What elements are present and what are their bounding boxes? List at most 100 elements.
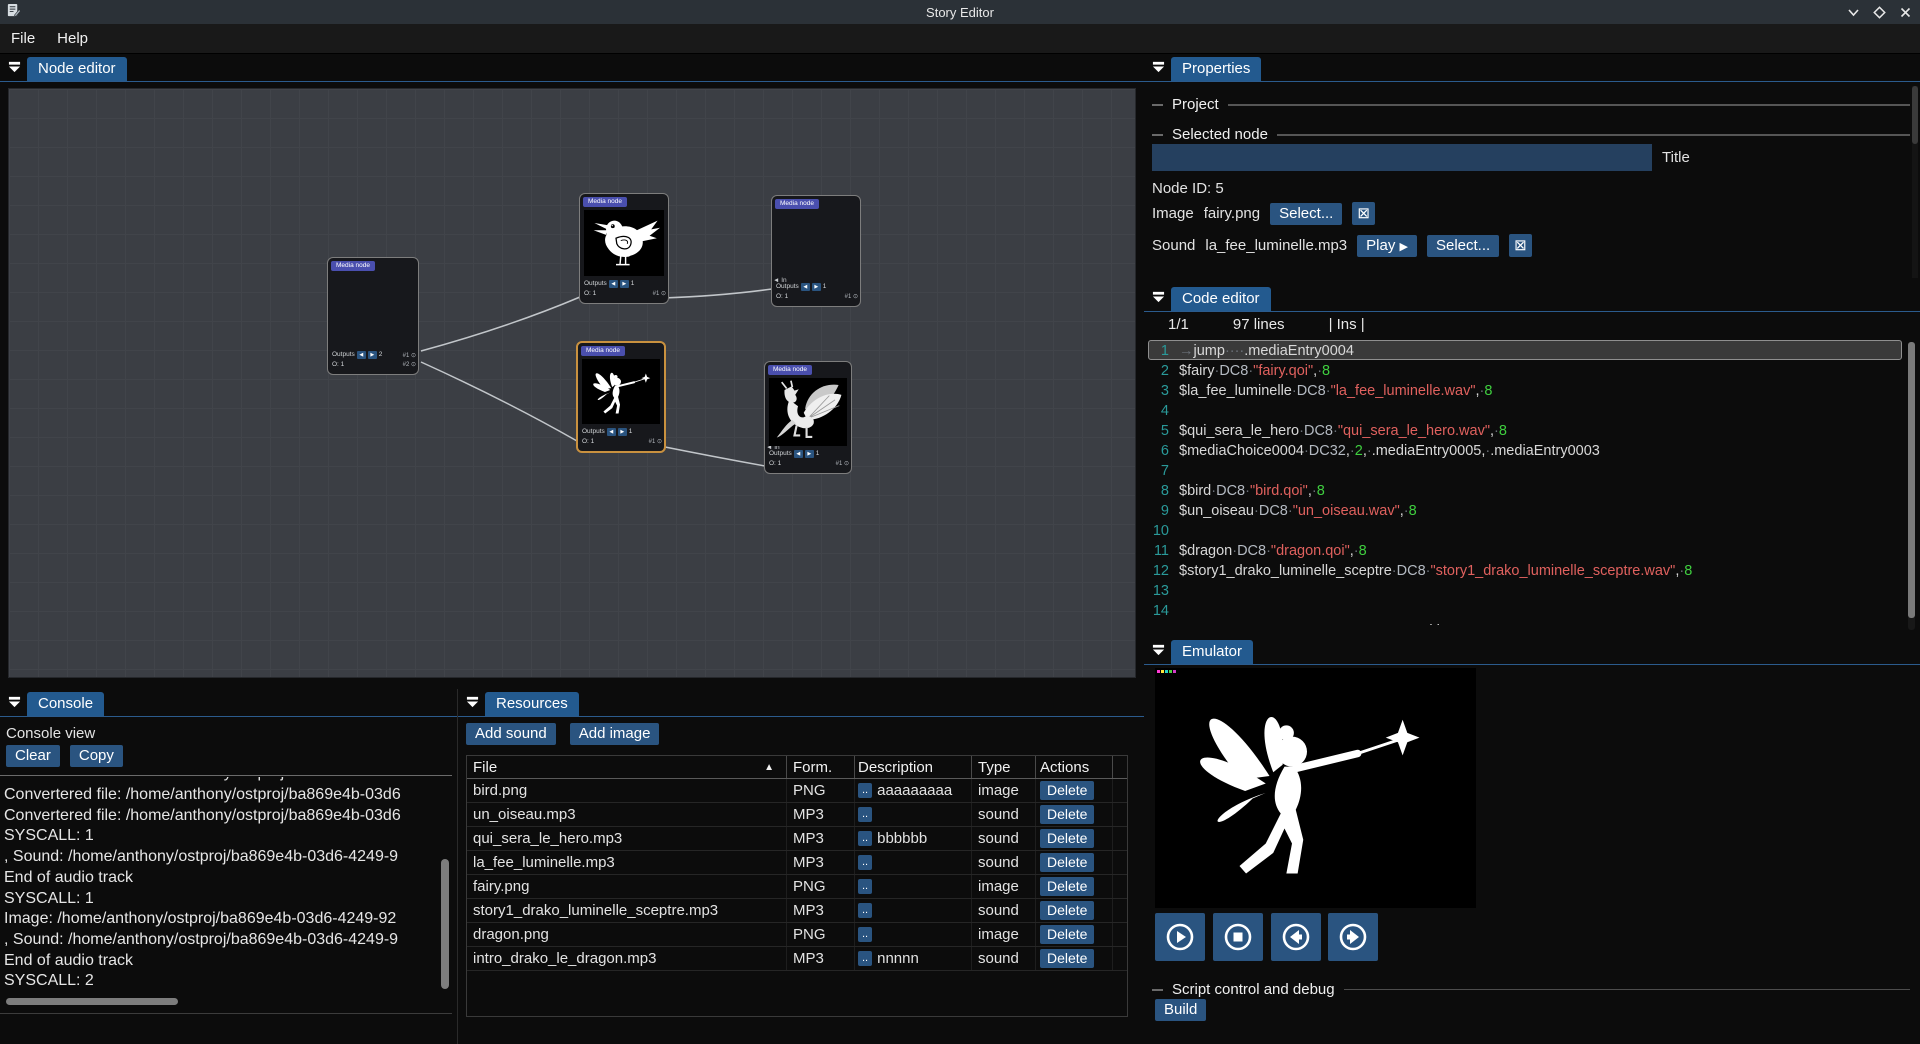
node-fairy-selected[interactable]: Media node Outputs◀▶1 O: 1 #1 ⊙ bbox=[576, 341, 666, 453]
outputs-increment-button[interactable]: ▶ bbox=[368, 351, 377, 359]
edit-description-button[interactable]: .. bbox=[858, 807, 872, 822]
delete-button[interactable]: Delete bbox=[1040, 805, 1094, 824]
close-icon[interactable] bbox=[1899, 6, 1912, 19]
image-clear-button[interactable]: ⊠ bbox=[1352, 202, 1375, 225]
output-pin[interactable]: #1 ⊙ bbox=[836, 460, 849, 469]
outputs-increment-button[interactable]: ▶ bbox=[620, 280, 629, 288]
table-row[interactable]: un_oiseau.mp3MP3 .. sound Delete bbox=[467, 803, 1127, 827]
maximize-icon[interactable] bbox=[1873, 6, 1886, 19]
outputs-count: 1 bbox=[816, 449, 820, 459]
collapse-icon[interactable] bbox=[1152, 60, 1165, 77]
output-pin[interactable]: #2 ⊙ bbox=[403, 361, 416, 370]
delete-button[interactable]: Delete bbox=[1040, 901, 1094, 920]
output-pin[interactable]: #1 ⊙ bbox=[649, 438, 662, 447]
emulator-play-button[interactable] bbox=[1155, 913, 1205, 961]
edit-description-button[interactable]: .. bbox=[858, 879, 872, 894]
add-sound-button[interactable]: Add sound bbox=[466, 723, 556, 745]
sound-play-button[interactable]: Play ▶ bbox=[1357, 235, 1417, 257]
code-line: 3$la_fee_luminelle·DC8·"la_fee_luminelle… bbox=[1148, 380, 1902, 400]
table-row[interactable]: fairy.pngPNG .. image Delete bbox=[467, 875, 1127, 899]
output-pin[interactable]: #1 ⊙ bbox=[653, 290, 666, 299]
cursor-position: 1/1 bbox=[1168, 316, 1189, 333]
outputs-decrement-button[interactable]: ◀ bbox=[607, 428, 616, 436]
properties-scrollbar[interactable] bbox=[1912, 86, 1918, 278]
tab-node-editor[interactable]: Node editor bbox=[27, 57, 127, 81]
tab-emulator[interactable]: Emulator bbox=[1171, 640, 1253, 664]
console-vertical-scrollbar[interactable] bbox=[440, 777, 450, 993]
console-horizontal-scrollbar[interactable] bbox=[4, 997, 438, 1006]
edit-description-button[interactable]: .. bbox=[858, 927, 872, 942]
resources-header: Resources bbox=[458, 689, 1144, 717]
minimize-icon[interactable] bbox=[1847, 6, 1860, 19]
delete-button[interactable]: Delete bbox=[1040, 877, 1094, 896]
table-row[interactable]: dragon.pngPNG .. image Delete bbox=[467, 923, 1127, 947]
table-row[interactable]: bird.pngPNG ..aaaaaaaaa image Delete bbox=[467, 779, 1127, 803]
console-clear-button[interactable]: Clear bbox=[6, 745, 60, 767]
delete-button[interactable]: Delete bbox=[1040, 925, 1094, 944]
menu-help[interactable]: Help bbox=[46, 30, 99, 47]
outputs-increment-button[interactable]: ▶ bbox=[618, 428, 627, 436]
selected-node-group-separator: Selected node bbox=[1152, 126, 1910, 143]
tab-console[interactable]: Console bbox=[27, 692, 104, 716]
code-scrollbar[interactable] bbox=[1908, 342, 1915, 630]
add-image-button[interactable]: Add image bbox=[570, 723, 660, 745]
collapse-icon[interactable] bbox=[8, 60, 21, 77]
delete-button[interactable]: Delete bbox=[1040, 781, 1094, 800]
node-image-dragon bbox=[769, 378, 847, 446]
column-header-type[interactable]: Type bbox=[972, 756, 1036, 778]
tab-resources[interactable]: Resources bbox=[485, 692, 579, 716]
table-row[interactable]: story1_drako_luminelle_sceptre.mp3MP3 ..… bbox=[467, 899, 1127, 923]
tab-code-editor[interactable]: Code editor bbox=[1171, 287, 1271, 311]
edit-description-button[interactable]: .. bbox=[858, 855, 872, 870]
table-row[interactable]: la_fee_luminelle.mp3MP3 .. sound Delete bbox=[467, 851, 1127, 875]
node-outputs-label: Outputs bbox=[332, 350, 355, 360]
column-header-file[interactable]: File▲ bbox=[467, 756, 787, 778]
node-start[interactable]: Media node Outputs◀▶2 O: 1 #1 ⊙#2 ⊙ bbox=[327, 257, 419, 375]
outputs-decrement-button[interactable]: ◀ bbox=[357, 351, 366, 359]
emulator-prev-button[interactable] bbox=[1271, 913, 1321, 961]
column-header-form[interactable]: Form. bbox=[787, 756, 855, 778]
node-dragon[interactable]: Media node ◄ In Outputs◀▶1 O: 1 #1 ⊙ bbox=[764, 361, 852, 474]
outputs-increment-button[interactable]: ▶ bbox=[812, 283, 821, 291]
emulator-next-button[interactable] bbox=[1328, 913, 1378, 961]
collapse-icon[interactable] bbox=[1152, 290, 1165, 307]
outputs-decrement-button[interactable]: ◀ bbox=[801, 283, 810, 291]
delete-button[interactable]: Delete bbox=[1040, 949, 1094, 968]
output-pin[interactable]: #1 ⊙ bbox=[403, 352, 416, 361]
outputs-increment-button[interactable]: ▶ bbox=[805, 450, 814, 458]
edit-description-button[interactable]: .. bbox=[858, 903, 872, 918]
sound-select-button[interactable]: Select... bbox=[1427, 235, 1499, 257]
build-button[interactable]: Build bbox=[1155, 999, 1206, 1021]
emulator-stop-button[interactable] bbox=[1213, 913, 1263, 961]
sound-clear-button[interactable]: ⊠ bbox=[1509, 234, 1532, 257]
edit-description-button[interactable]: .. bbox=[858, 951, 872, 966]
node-bird[interactable]: Media node Outputs◀▶1 O: 1 #1 ⊙ bbox=[579, 193, 669, 304]
collapse-icon[interactable] bbox=[8, 695, 21, 712]
node-sub-label: O: 1 bbox=[332, 360, 344, 370]
outputs-decrement-button[interactable]: ◀ bbox=[794, 450, 803, 458]
node-canvas[interactable]: Media node Outputs◀▶2 O: 1 #1 ⊙#2 ⊙ Medi… bbox=[8, 88, 1136, 678]
outputs-decrement-button[interactable]: ◀ bbox=[609, 280, 618, 288]
edit-description-button[interactable]: .. bbox=[858, 831, 872, 846]
image-select-button[interactable]: Select... bbox=[1270, 203, 1342, 225]
tab-properties[interactable]: Properties bbox=[1171, 57, 1261, 81]
edit-description-button[interactable]: .. bbox=[858, 783, 872, 798]
titlebar: Story Editor bbox=[0, 0, 1920, 24]
table-row[interactable]: intro_drako_le_dragon.mp3MP3 ..nnnnn sou… bbox=[467, 947, 1127, 971]
node-image-fairy bbox=[582, 359, 660, 424]
console-divider bbox=[0, 775, 452, 776]
console-copy-button[interactable]: Copy bbox=[70, 745, 123, 767]
title-input[interactable] bbox=[1152, 144, 1652, 171]
collapse-icon[interactable] bbox=[1152, 643, 1165, 660]
delete-button[interactable]: Delete bbox=[1040, 829, 1094, 848]
menu-file[interactable]: File bbox=[0, 30, 46, 47]
console-log[interactable]: Convertered file: /home/anthony/ostproj/… bbox=[4, 777, 438, 993]
collapse-icon[interactable] bbox=[466, 695, 479, 712]
column-header-actions[interactable]: Actions bbox=[1036, 756, 1113, 778]
code-text-area[interactable]: 1→jump····.mediaEntry0004 2$fairy·DC8·"f… bbox=[1148, 340, 1902, 637]
table-row[interactable]: qui_sera_le_hero.mp3MP3 ..bbbbbb sound D… bbox=[467, 827, 1127, 851]
output-pin[interactable]: #1 ⊙ bbox=[845, 293, 858, 302]
delete-button[interactable]: Delete bbox=[1040, 853, 1094, 872]
column-header-description[interactable]: Description bbox=[855, 756, 972, 778]
node-empty[interactable]: Media node ◄ In Outputs◀▶1 O: 1 #1 ⊙ bbox=[771, 195, 861, 307]
